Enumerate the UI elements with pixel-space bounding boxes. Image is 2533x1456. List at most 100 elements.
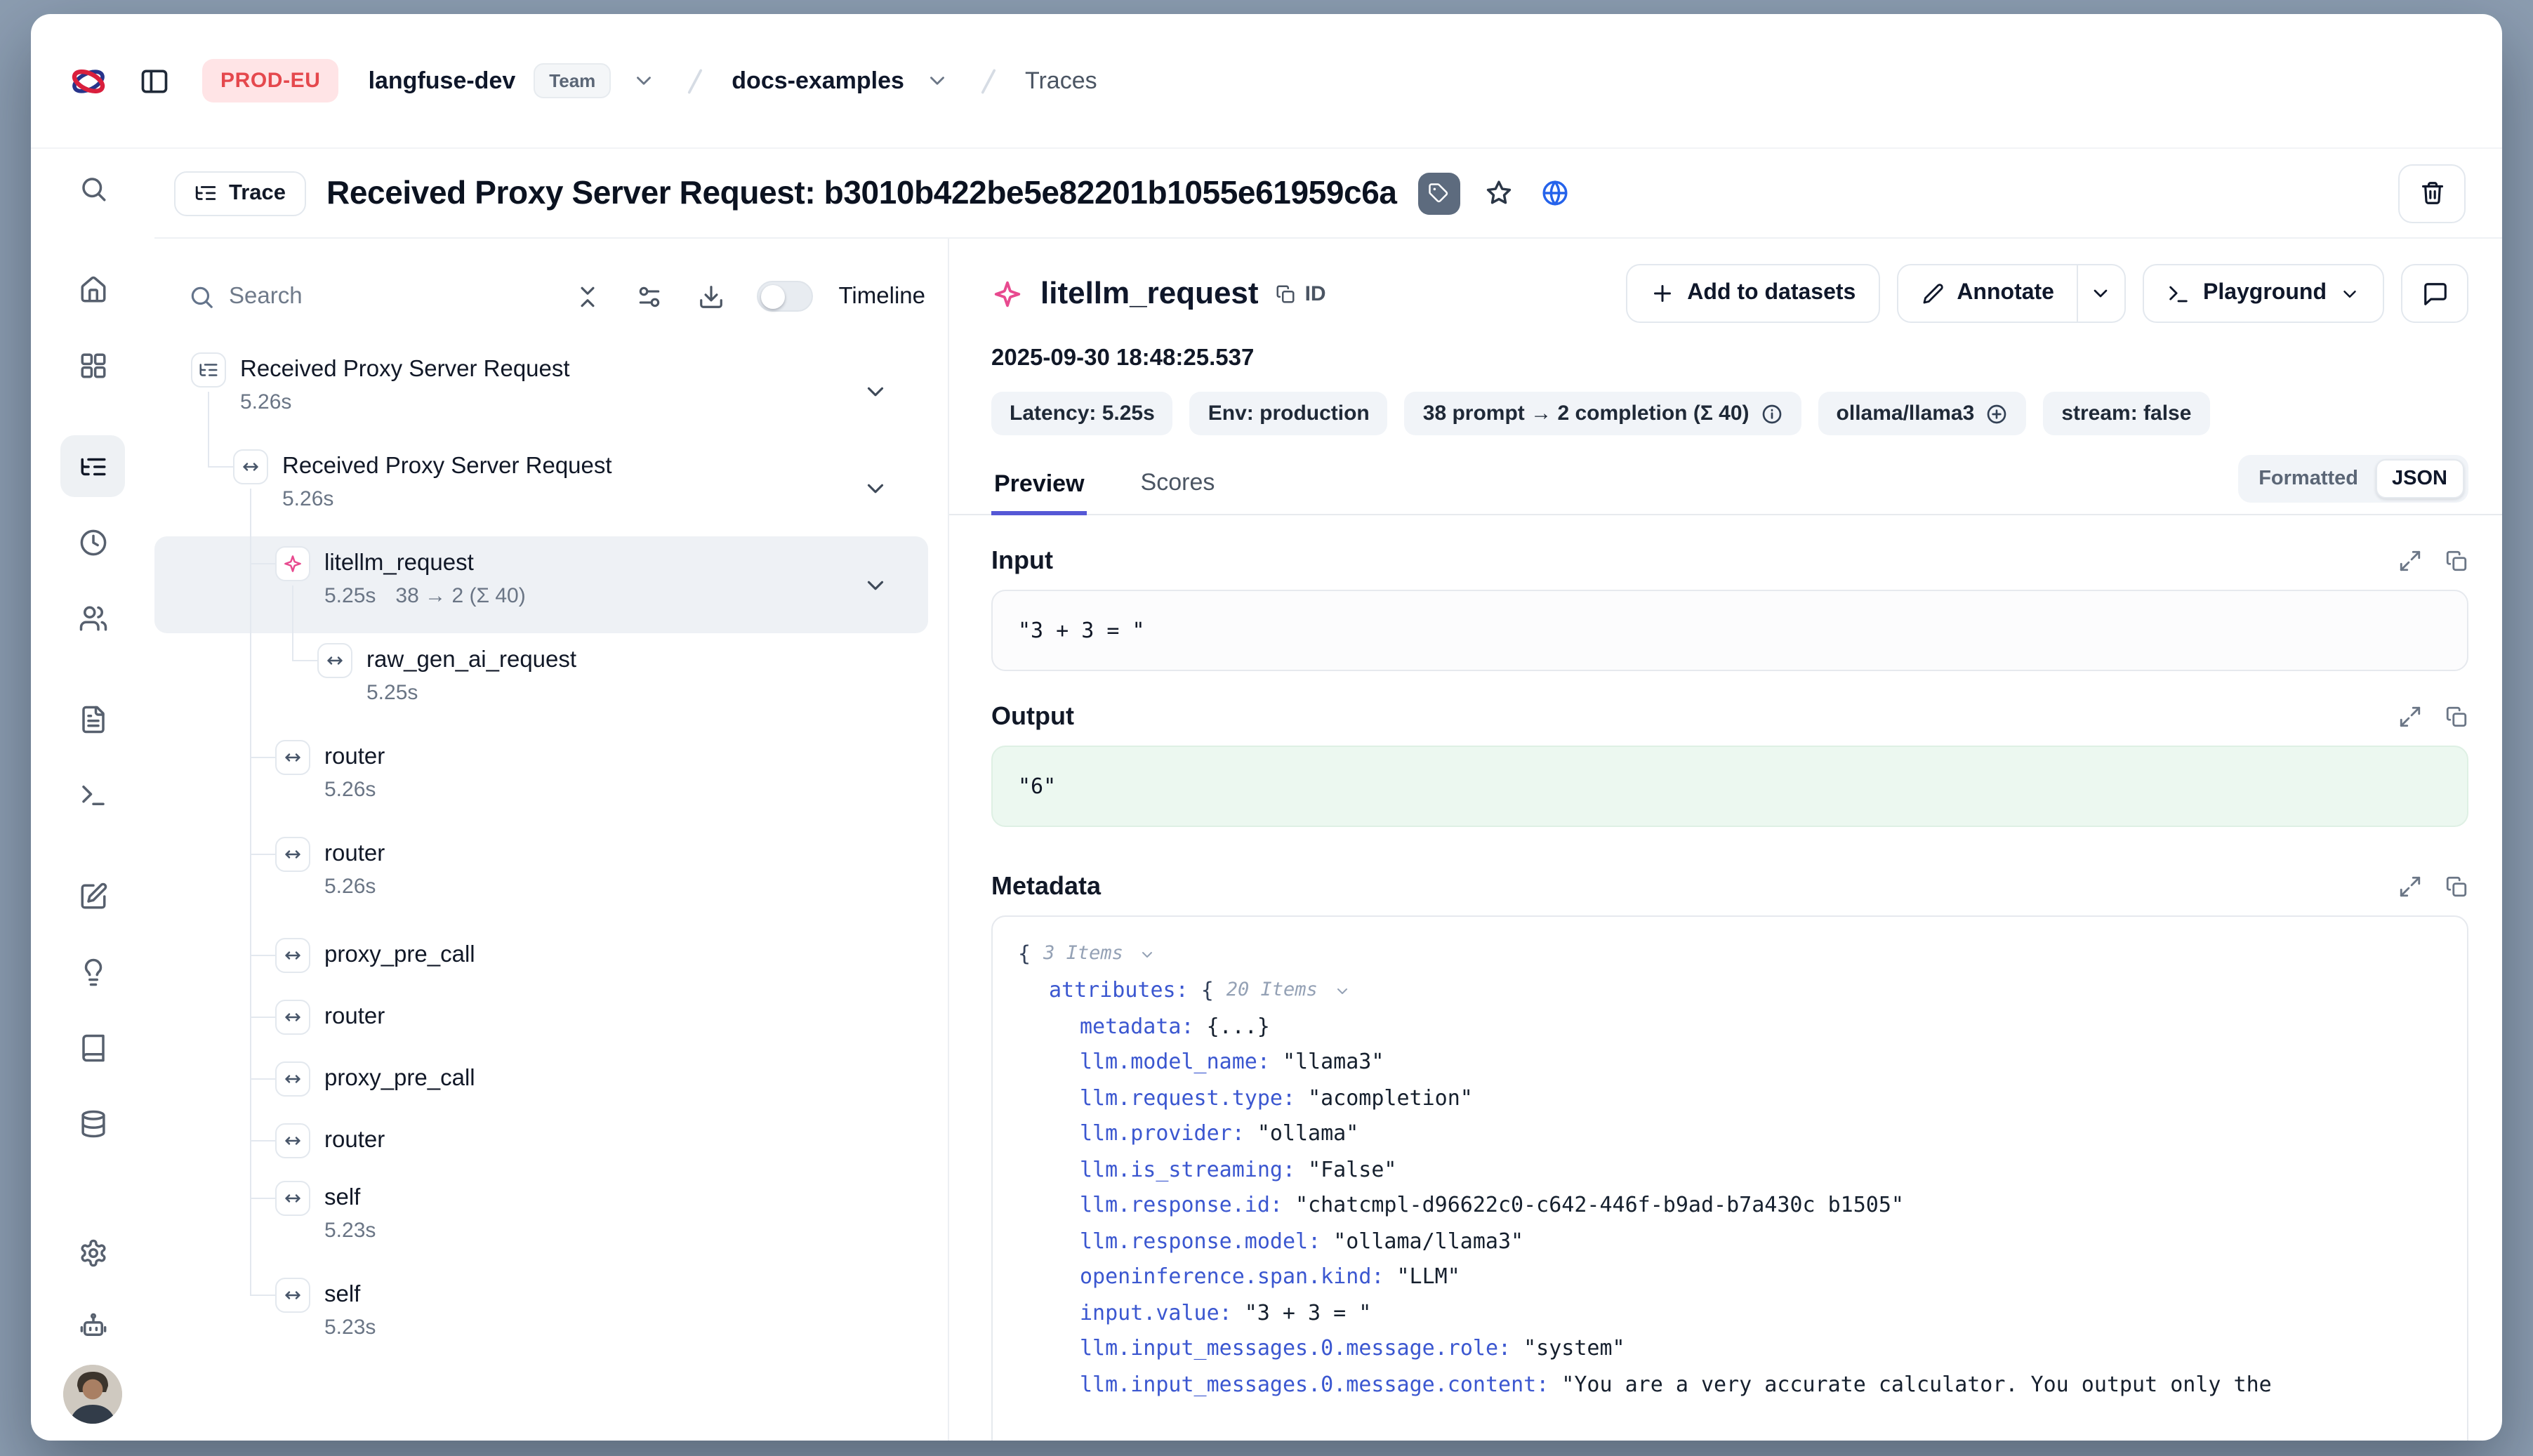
json-collapse-toggle[interactable]: 3 Items	[1043, 937, 1156, 972]
sidebar-item-users[interactable]	[60, 587, 125, 649]
sidebar-item-sessions[interactable]	[60, 511, 125, 573]
sidebar-item-models[interactable]	[60, 1092, 125, 1154]
pencil-icon	[1920, 282, 1944, 305]
node-label: router	[324, 1001, 928, 1032]
sidebar-item-settings[interactable]	[60, 1222, 125, 1283]
trace-tree-panel: Timeline Received Proxy Server Request5.…	[154, 239, 949, 1441]
chevron-down-icon	[862, 571, 889, 598]
add-to-datasets-button[interactable]: Add to datasets	[1625, 264, 1879, 323]
chevron-down-icon	[2090, 282, 2112, 305]
bookmark-star-button[interactable]	[1481, 176, 1516, 211]
sidebar-item-dashboards[interactable]	[60, 334, 125, 396]
tree-node-self[interactable]: self5.23s	[154, 1268, 928, 1365]
sidebar-item-evaluation[interactable]	[60, 865, 125, 927]
node-collapse-chevron[interactable]	[859, 375, 892, 407]
output-title: Output	[991, 702, 1074, 732]
annotate-button[interactable]: Annotate	[1896, 264, 2078, 323]
timeline-toggle[interactable]	[758, 281, 814, 312]
sidebar-item-datasets[interactable]	[60, 1017, 125, 1078]
user-avatar[interactable]	[63, 1365, 122, 1424]
view-mode-formatted[interactable]: Formatted	[2242, 459, 2375, 498]
copy-icon	[1276, 283, 1297, 304]
breadcrumb-org[interactable]: langfuse-dev	[369, 67, 516, 95]
breadcrumb-traces-link[interactable]: Traces	[1025, 67, 1097, 95]
tree-node-router[interactable]: router5.26s	[154, 827, 928, 924]
span-type-icon-box	[275, 740, 310, 775]
datasets-icon	[78, 1033, 107, 1062]
download-button[interactable]	[687, 272, 735, 320]
json-value: "system"	[1523, 1335, 1625, 1361]
info-button[interactable]	[1761, 402, 1783, 425]
tree-node-received-proxy-server-request[interactable]: Received Proxy Server Request5.26s	[154, 343, 928, 439]
node-text: router5.26s	[154, 730, 928, 805]
tree-node-self[interactable]: self5.23s	[154, 1171, 928, 1268]
chevron-down-icon	[2339, 283, 2360, 304]
json-key: llm.input_messages.0.message.role:	[1080, 1335, 1511, 1361]
sidebar-item-support[interactable]	[60, 1295, 125, 1356]
tree-node-router[interactable]: router5.26s	[154, 730, 928, 827]
expand-input-button[interactable]	[2398, 549, 2422, 573]
span-icon	[282, 1006, 303, 1027]
tab-preview[interactable]: Preview	[991, 461, 1087, 515]
expand-output-button[interactable]	[2398, 705, 2422, 729]
org-switcher-chevron[interactable]	[629, 66, 659, 95]
add-to-datasets-label: Add to datasets	[1687, 281, 1856, 306]
json-key: llm.is_streaming:	[1080, 1156, 1295, 1182]
node-duration: 5.23s	[324, 1217, 928, 1245]
chevron-down-icon	[1139, 946, 1156, 963]
node-label: litellm_request	[324, 548, 928, 578]
json-value: "acompletion"	[1308, 1085, 1473, 1110]
observation-title: litellm_request	[1040, 275, 1259, 312]
tree-search-input[interactable]	[229, 283, 550, 310]
delete-trace-button[interactable]	[2398, 164, 2466, 223]
tree-node-proxy-pre-call[interactable]: proxy_pre_call	[154, 924, 928, 986]
sidebar-item-home[interactable]	[60, 258, 125, 320]
sidebar-item-llm-as-judge[interactable]	[60, 941, 125, 1002]
node-collapse-chevron[interactable]	[859, 569, 892, 601]
tree-node-raw-gen-ai-request[interactable]: raw_gen_ai_request5.25s	[154, 633, 928, 730]
trace-type-icon-box	[191, 352, 226, 388]
json-value: "You are a very accurate calculator. You…	[1561, 1371, 2271, 1396]
comments-button[interactable]	[2401, 264, 2468, 323]
toggle-knob	[762, 284, 786, 308]
sidebar-item-playground[interactable]	[60, 764, 125, 826]
tree-node-litellm-request[interactable]: litellm_request5.25s38 → 2 (Σ 40)	[154, 536, 928, 633]
node-label: self	[324, 1279, 928, 1310]
tree-node-received-proxy-server-request[interactable]: Received Proxy Server Request5.26s	[154, 439, 928, 536]
node-collapse-chevron[interactable]	[859, 472, 892, 504]
copy-output-button[interactable]	[2445, 705, 2468, 729]
sidebar-item-tracing[interactable]	[60, 435, 125, 497]
json-collapse-toggle[interactable]: 20 Items	[1226, 973, 1350, 1009]
content-area: Trace Received Proxy Server Request: b30…	[31, 149, 2502, 1441]
playground-button[interactable]: Playground	[2143, 264, 2384, 323]
annotate-dropdown-chevron[interactable]	[2078, 264, 2126, 323]
breadcrumb-project[interactable]: docs-examples	[732, 67, 904, 95]
tree-node-proxy-pre-call[interactable]: proxy_pre_call	[154, 1047, 928, 1109]
playground-icon	[78, 780, 107, 809]
sidebar-toggle-button[interactable]	[133, 60, 176, 102]
tree-node-router[interactable]: router	[154, 986, 928, 1047]
view-settings-button[interactable]	[626, 272, 673, 320]
json-brace: {	[1201, 977, 1214, 1002]
span-type-icon-box	[275, 1181, 310, 1216]
circle-plus-icon	[1985, 402, 2008, 425]
sidebar-item-prompts[interactable]	[60, 688, 125, 750]
collapse-all-button[interactable]	[564, 272, 611, 320]
copy-id-button[interactable]: ID	[1276, 282, 1326, 305]
chevron-down-icon	[862, 378, 889, 404]
tree-node-router[interactable]: router	[154, 1109, 928, 1171]
langfuse-logo[interactable]	[67, 60, 110, 102]
view-mode-json[interactable]: JSON	[2375, 459, 2464, 498]
tree-search	[188, 283, 550, 310]
circle-plus-button[interactable]	[1985, 402, 2008, 425]
tracing-icon	[78, 451, 107, 481]
copy-metadata-button[interactable]	[2445, 875, 2468, 899]
tab-scores[interactable]: Scores	[1138, 461, 1218, 514]
metric-badges: Latency: 5.25sEnv: production38 prompt →…	[991, 392, 2468, 435]
sidebar-item-search[interactable]	[60, 157, 125, 219]
project-switcher-chevron[interactable]	[922, 66, 952, 95]
tags-button[interactable]	[1418, 172, 1460, 214]
copy-input-button[interactable]	[2445, 549, 2468, 573]
public-share-globe-button[interactable]	[1537, 176, 1573, 211]
expand-metadata-button[interactable]	[2398, 875, 2422, 899]
